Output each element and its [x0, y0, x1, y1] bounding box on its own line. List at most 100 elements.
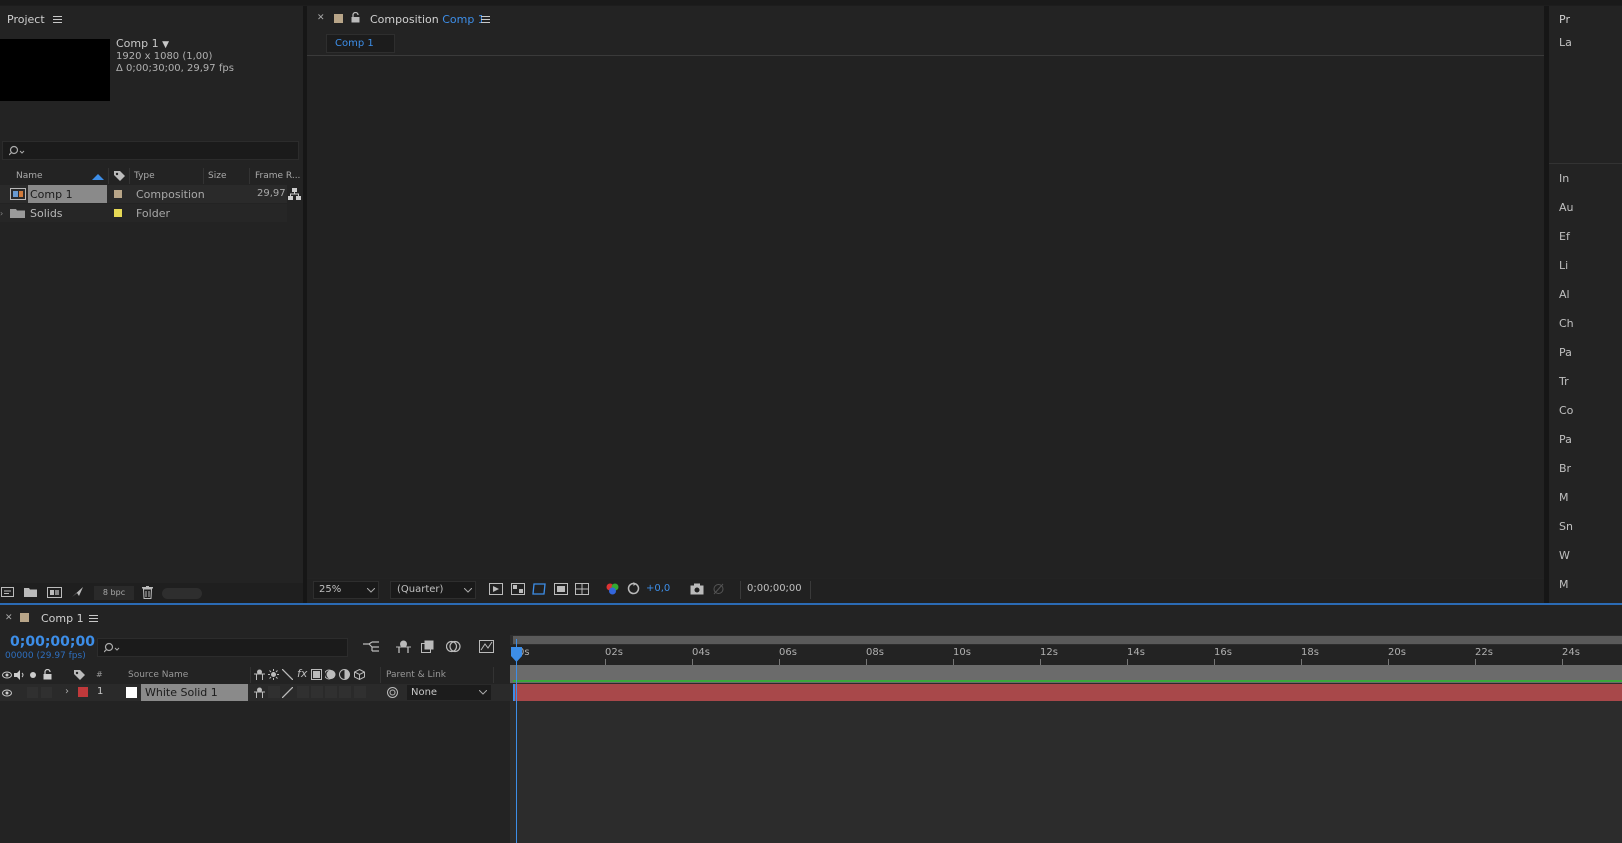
comp-tab[interactable]: Comp 1 — [326, 34, 395, 53]
time-navigator[interactable] — [513, 636, 1622, 644]
viewer-timecode[interactable]: 0;00;00;00 — [747, 583, 802, 594]
layer-switch-cell[interactable] — [354, 686, 366, 698]
exposure-value[interactable]: +0,0 — [646, 583, 670, 594]
bpc-button[interactable]: 8 bpc — [94, 586, 134, 600]
timeline-menu-icon[interactable] — [89, 615, 98, 622]
right-panel-item[interactable]: Li — [1559, 259, 1568, 272]
timeline-comp-swatch[interactable] — [20, 613, 29, 622]
comp-label-swatch[interactable] — [334, 14, 343, 23]
project-item-comp[interactable]: Comp 1 Composition 29,97 — [0, 185, 287, 203]
right-panel-item[interactable]: Pa — [1559, 346, 1572, 359]
project-menu-icon[interactable] — [53, 16, 62, 23]
solo-toggle[interactable] — [27, 687, 38, 698]
layer-in-point[interactable] — [513, 684, 515, 701]
current-time-indicator-line[interactable] — [516, 639, 517, 843]
project-item-folder[interactable]: › Solids Folder — [0, 204, 287, 222]
frame-blending-switch-icon[interactable] — [311, 669, 322, 680]
composition-mini-flowchart-icon[interactable] — [363, 641, 379, 653]
close-timeline-icon[interactable]: ✕ — [5, 613, 13, 623]
layer-shy-switch-icon[interactable] — [254, 687, 265, 698]
snapshot-camera-icon[interactable] — [690, 583, 704, 595]
right-panel-item[interactable]: W — [1559, 549, 1570, 562]
grid-guides-icon[interactable] — [575, 583, 589, 595]
trash-icon[interactable] — [142, 586, 153, 599]
layer-switch-cell[interactable] — [339, 686, 351, 698]
region-of-interest-icon[interactable] — [554, 583, 568, 595]
label-tag-icon[interactable] — [113, 170, 126, 182]
right-panel-item[interactable]: Ef — [1559, 230, 1570, 243]
graph-editor-icon[interactable] — [479, 640, 494, 653]
right-panel-item[interactable]: M — [1559, 491, 1569, 504]
adjustment-layer-icon[interactable] — [339, 669, 350, 680]
shy-layers-icon[interactable] — [396, 640, 411, 653]
zoom-dropdown[interactable]: 25% — [313, 581, 379, 599]
layer-switch-cell[interactable] — [311, 686, 323, 698]
mask-path-visibility-icon[interactable] — [532, 583, 546, 595]
right-panel-title[interactable]: Pr — [1559, 13, 1570, 26]
project-item-name[interactable]: Comp 1 — [30, 188, 73, 201]
collapse-transform-icon[interactable] — [268, 669, 279, 680]
transparency-grid-icon[interactable] — [511, 583, 525, 595]
layer-switch-cell[interactable] — [325, 686, 337, 698]
flowchart-icon[interactable] — [288, 188, 301, 200]
fast-previews-icon[interactable] — [489, 583, 503, 595]
close-panel-icon[interactable]: ✕ — [317, 13, 325, 23]
right-panel-item[interactable]: Au — [1559, 201, 1574, 214]
label-swatch[interactable] — [114, 209, 122, 217]
expand-layer-icon[interactable]: › — [65, 686, 69, 697]
frame-blending-icon[interactable] — [421, 640, 435, 653]
composition-panel-title[interactable]: Composition Comp 1 — [370, 13, 485, 26]
column-size[interactable]: Size — [208, 171, 226, 181]
pick-whip-icon[interactable] — [386, 686, 399, 699]
column-number[interactable]: # — [96, 670, 103, 679]
right-panel-item[interactable]: Al — [1559, 288, 1570, 301]
solo-icon[interactable] — [30, 672, 36, 678]
comp-info-name[interactable]: Comp 1 ▼ — [116, 37, 169, 50]
column-source-name[interactable]: Source Name — [128, 670, 188, 680]
lock-toggle[interactable] — [41, 687, 52, 698]
layer-switch-cell[interactable] — [268, 686, 280, 698]
new-folder-icon[interactable] — [24, 587, 37, 598]
right-panel-item[interactable]: Sn — [1559, 520, 1573, 533]
project-item-name[interactable]: Solids — [30, 207, 63, 220]
expand-arrow-icon[interactable]: › — [0, 209, 3, 218]
current-time-indicator-head[interactable] — [511, 647, 522, 663]
label-tag-icon[interactable] — [73, 669, 86, 681]
visibility-eye-icon[interactable] — [2, 689, 12, 697]
right-panel-item[interactable]: Ch — [1559, 317, 1574, 330]
right-panel-item[interactable]: Tr — [1559, 375, 1569, 388]
timeline-current-time[interactable]: 0;00;00;00 — [10, 634, 95, 650]
channel-icon[interactable] — [606, 583, 619, 595]
label-swatch[interactable] — [114, 190, 122, 198]
shy-switch-icon[interactable] — [254, 669, 265, 680]
column-parent-link[interactable]: Parent & Link — [386, 670, 446, 680]
composition-viewer[interactable] — [307, 56, 1544, 578]
timeline-tab-title[interactable]: Comp 1 — [41, 612, 84, 625]
work-area-indicator[interactable] — [513, 680, 1622, 682]
sort-ascending-icon[interactable] — [92, 173, 104, 180]
effect-switch-icon[interactable]: fx — [297, 667, 307, 680]
motion-blur-switch-icon[interactable] — [325, 669, 336, 680]
render-queue-icon[interactable] — [71, 586, 84, 598]
audio-icon[interactable] — [14, 670, 24, 680]
right-panel-item[interactable]: La — [1559, 36, 1572, 49]
reset-exposure-icon[interactable] — [627, 582, 640, 595]
3d-layer-icon[interactable] — [354, 669, 365, 680]
parent-dropdown[interactable]: None — [407, 685, 491, 700]
video-visibility-icon[interactable] — [2, 671, 12, 679]
layer-name[interactable]: White Solid 1 — [145, 686, 218, 699]
right-panel-item[interactable]: In — [1559, 172, 1569, 185]
time-ruler[interactable]: 0s 02s 04s 06s 08s 10s 12s 14s 16s 18s 20s 22s 24s — [510, 645, 1622, 665]
right-panel-item[interactable]: Br — [1559, 462, 1571, 475]
right-panel-item[interactable]: M — [1559, 578, 1569, 591]
quality-switch-icon[interactable] — [282, 669, 293, 680]
project-panel-title[interactable]: Project — [7, 13, 45, 26]
column-type[interactable]: Type — [134, 171, 155, 181]
layer-row[interactable]: › 1 White Solid 1 None — [0, 684, 510, 701]
new-composition-icon[interactable] — [47, 587, 62, 598]
layer-switch-cell[interactable] — [297, 686, 309, 698]
composition-menu-icon[interactable] — [481, 16, 490, 23]
timeline-search-input[interactable] — [97, 638, 348, 657]
show-snapshot-icon[interactable] — [712, 583, 725, 595]
layer-quality-switch-icon[interactable] — [282, 687, 293, 698]
